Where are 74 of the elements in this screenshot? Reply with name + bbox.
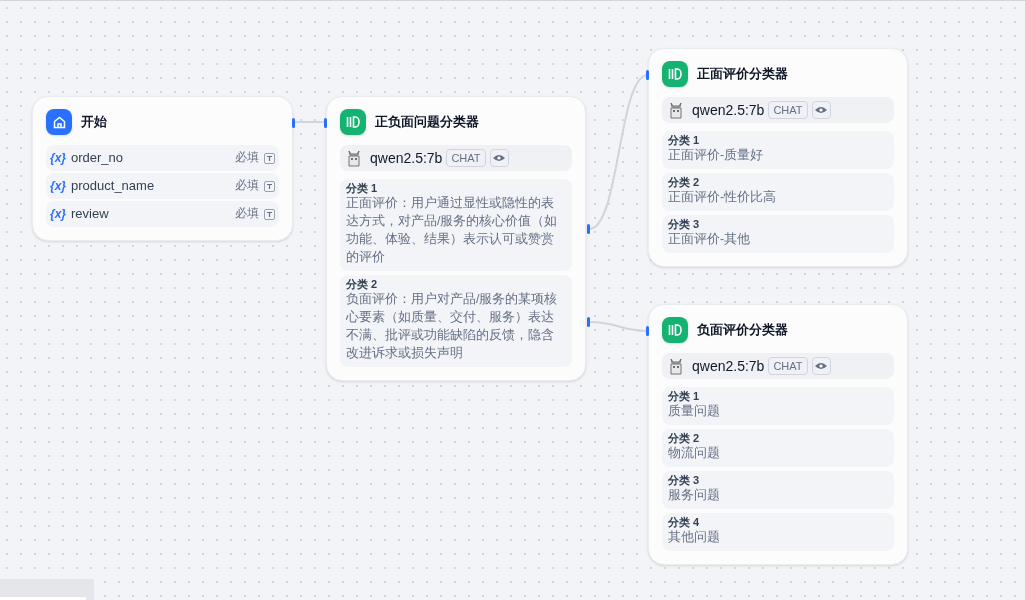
- required-label: 必填: [235, 206, 259, 222]
- model-name: qwen2.5:7b: [692, 356, 765, 376]
- variable-icon: {x}: [50, 205, 66, 223]
- class-item[interactable]: 分类 1 质量问题: [662, 387, 894, 425]
- class-label: 分类 4: [668, 516, 701, 528]
- variable-name: order_no: [71, 149, 125, 168]
- classifier-icon: [662, 317, 688, 343]
- node-title: 负面评价分类器: [697, 321, 788, 340]
- model-selector[interactable]: qwen2.5:7b CHAT: [662, 353, 894, 379]
- connection-handle[interactable]: [646, 326, 649, 336]
- class-label: 分类 1: [668, 390, 701, 402]
- class-item[interactable]: 分类 4 其他问题: [662, 513, 894, 551]
- class-item[interactable]: 分类 3 正面评价-其他: [662, 215, 894, 253]
- text-type-icon: [264, 208, 275, 220]
- connection-handle[interactable]: [646, 70, 649, 80]
- model-selector[interactable]: qwen2.5:7b CHAT: [340, 145, 572, 171]
- model-name: qwen2.5:7b: [692, 100, 765, 120]
- class-item[interactable]: 分类 1 正面评价：用户通过显性或隐性的表达方式，对产品/服务的核心价值（如功能、体验、结果）表示认可或赞赏的评价: [340, 179, 572, 271]
- classifier-icon: [340, 109, 366, 135]
- variable-icon: {x}: [50, 149, 66, 167]
- required-label: 必填: [235, 178, 259, 194]
- eye-icon[interactable]: [811, 101, 831, 119]
- class-description: 其他问题: [668, 529, 721, 546]
- text-type-icon: [264, 152, 275, 164]
- variable-row[interactable]: {x} review 必填: [46, 201, 279, 227]
- home-icon: [46, 109, 72, 135]
- connection-handle[interactable]: [292, 118, 295, 128]
- node-title: 正负面问题分类器: [375, 113, 479, 132]
- model-selector[interactable]: qwen2.5:7b CHAT: [662, 97, 894, 123]
- connection-handle[interactable]: [324, 118, 327, 128]
- edge-line: [588, 321, 649, 332]
- class-item[interactable]: 分类 2 正面评价-性价比高: [662, 173, 894, 211]
- class-description: 正面评价-质量好: [668, 147, 765, 164]
- class-description: 正面评价-性价比高: [668, 189, 778, 206]
- required-label: 必填: [235, 150, 259, 166]
- class-label: 分类 2: [346, 278, 379, 290]
- variable-icon: {x}: [50, 177, 66, 195]
- class-item[interactable]: 分类 1 正面评价-质量好: [662, 131, 894, 169]
- class-item[interactable]: 分类 2 负面评价：用户对产品/服务的某项核心要素（如质量、交付、服务）表达不满、批评或功能缺陷的反馈，隐含改进诉求或损失声明: [340, 275, 572, 367]
- start-node[interactable]: 开始 {x} order_no 必填 {x} product_name 必填 {x} review 必填: [32, 96, 293, 241]
- text-type-icon: [264, 180, 275, 192]
- connection-handle[interactable]: [587, 224, 590, 234]
- eye-icon[interactable]: [489, 149, 509, 167]
- class-label: 分类 1: [346, 182, 379, 194]
- class-description: 负面评价：用户对产品/服务的某项核心要素（如质量、交付、服务）表达不满、批评或功能缺陷的反馈，隐含改进诉求或损失声明: [346, 291, 559, 362]
- edge-line: [294, 121, 327, 123]
- node-title: 正面评价分类器: [697, 65, 788, 84]
- model-name: qwen2.5:7b: [370, 148, 443, 168]
- class-description: 物流问题: [668, 445, 721, 462]
- connection-handle[interactable]: [587, 317, 590, 327]
- class-description: 质量问题: [668, 403, 721, 420]
- classifier-node[interactable]: 负面评价分类器 qwen2.5:7b CHAT 分类 1 质量问题 分类 2 物流问题 分类 3 服务问题 分类 4 其他问题: [648, 304, 908, 565]
- class-label: 分类 3: [668, 218, 701, 230]
- class-label: 分类 2: [668, 432, 701, 444]
- class-label: 分类 1: [668, 134, 701, 146]
- classifier-node[interactable]: 正面评价分类器 qwen2.5:7b CHAT 分类 1 正面评价-质量好 分类 2 正面评价-性价比高 分类 3 正面评价-其他: [648, 48, 908, 267]
- mode-tag: CHAT: [446, 149, 486, 167]
- node-title: 开始: [81, 113, 107, 132]
- eye-icon[interactable]: [811, 357, 831, 375]
- class-item[interactable]: 分类 2 物流问题: [662, 429, 894, 467]
- class-item[interactable]: 分类 3 服务问题: [662, 471, 894, 509]
- mode-tag: CHAT: [768, 357, 808, 375]
- class-description: 正面评价-其他: [668, 231, 752, 248]
- variable-name: review: [71, 205, 110, 224]
- class-label: 分类 2: [668, 176, 701, 188]
- variable-row[interactable]: {x} product_name 必填: [46, 173, 279, 199]
- class-description: 正面评价：用户通过显性或隐性的表达方式，对产品/服务的核心价值（如功能、体验、结果）表示认可或赞赏的评价: [346, 195, 559, 266]
- variable-name: product_name: [71, 177, 156, 196]
- class-label: 分类 3: [668, 474, 701, 486]
- classifier-icon: [662, 61, 688, 87]
- variable-row[interactable]: {x} order_no 必填: [46, 145, 279, 171]
- classifier-node[interactable]: 正负面问题分类器 qwen2.5:7b CHAT 分类 1 正面评价：用户通过显性或隐性的表达方式，对产品/服务的核心价值（如功能、体验、结果）表示认可或赞赏的评价 分类 2 负面评价：用户对产品/服务的某项核心要素（如质量、交付、服务）表达不满、批评或功能缺陷的反馈，隐含改进诉求或损失声明: [326, 96, 586, 381]
- class-description: 服务问题: [668, 487, 721, 504]
- mode-tag: CHAT: [768, 101, 808, 119]
